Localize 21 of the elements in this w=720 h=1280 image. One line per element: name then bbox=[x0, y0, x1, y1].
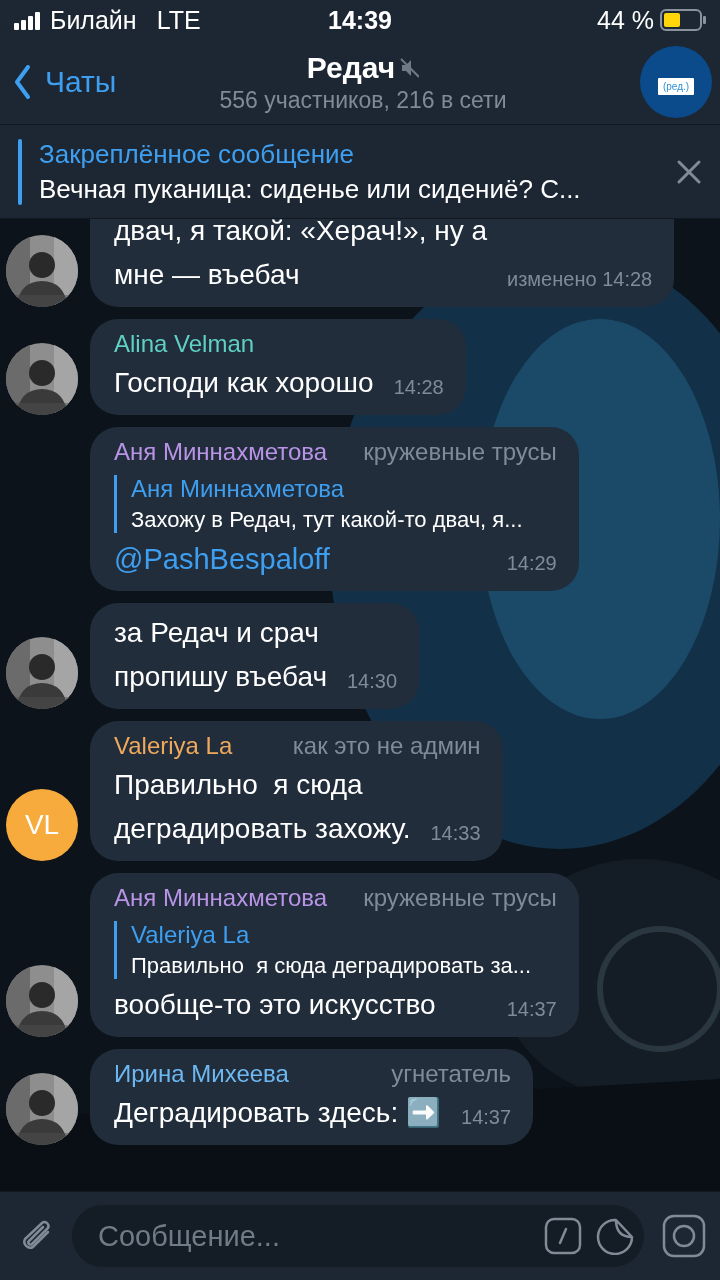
back-button[interactable]: Чаты bbox=[14, 65, 184, 99]
accent-bar bbox=[18, 138, 22, 205]
back-chevron-icon bbox=[14, 65, 31, 99]
close-icon[interactable] bbox=[676, 158, 702, 185]
member-count: 556 участников, 216 в сети bbox=[219, 86, 507, 114]
pinned-message[interactable]: Закреплённое сообщение Вечная пуканица: сиденье или сидениё? С... bbox=[39, 138, 676, 205]
pinned-title: Закреплённое сообщение bbox=[39, 138, 356, 170]
message-field[interactable]: Сообщение... bbox=[72, 1205, 644, 1267]
camera-icon[interactable] bbox=[662, 1214, 706, 1258]
clock: 14:39 bbox=[328, 5, 392, 35]
battery-percent: 44 % bbox=[597, 5, 654, 35]
slash-command-icon[interactable] bbox=[544, 1217, 582, 1255]
pinned-text: Вечная пуканица: сиденье или сидениё? С... bbox=[39, 173, 582, 205]
battery-icon bbox=[660, 9, 706, 31]
carrier-name: Билайн bbox=[50, 5, 137, 35]
sticker-icon[interactable] bbox=[596, 1217, 634, 1255]
logo-label: (ред.) bbox=[657, 77, 695, 95]
chat-avatar[interactable]: (ред.) bbox=[640, 46, 712, 118]
chat-title: Редач bbox=[306, 50, 396, 85]
network-type: LTE bbox=[156, 5, 201, 35]
signal-icon bbox=[14, 10, 40, 30]
